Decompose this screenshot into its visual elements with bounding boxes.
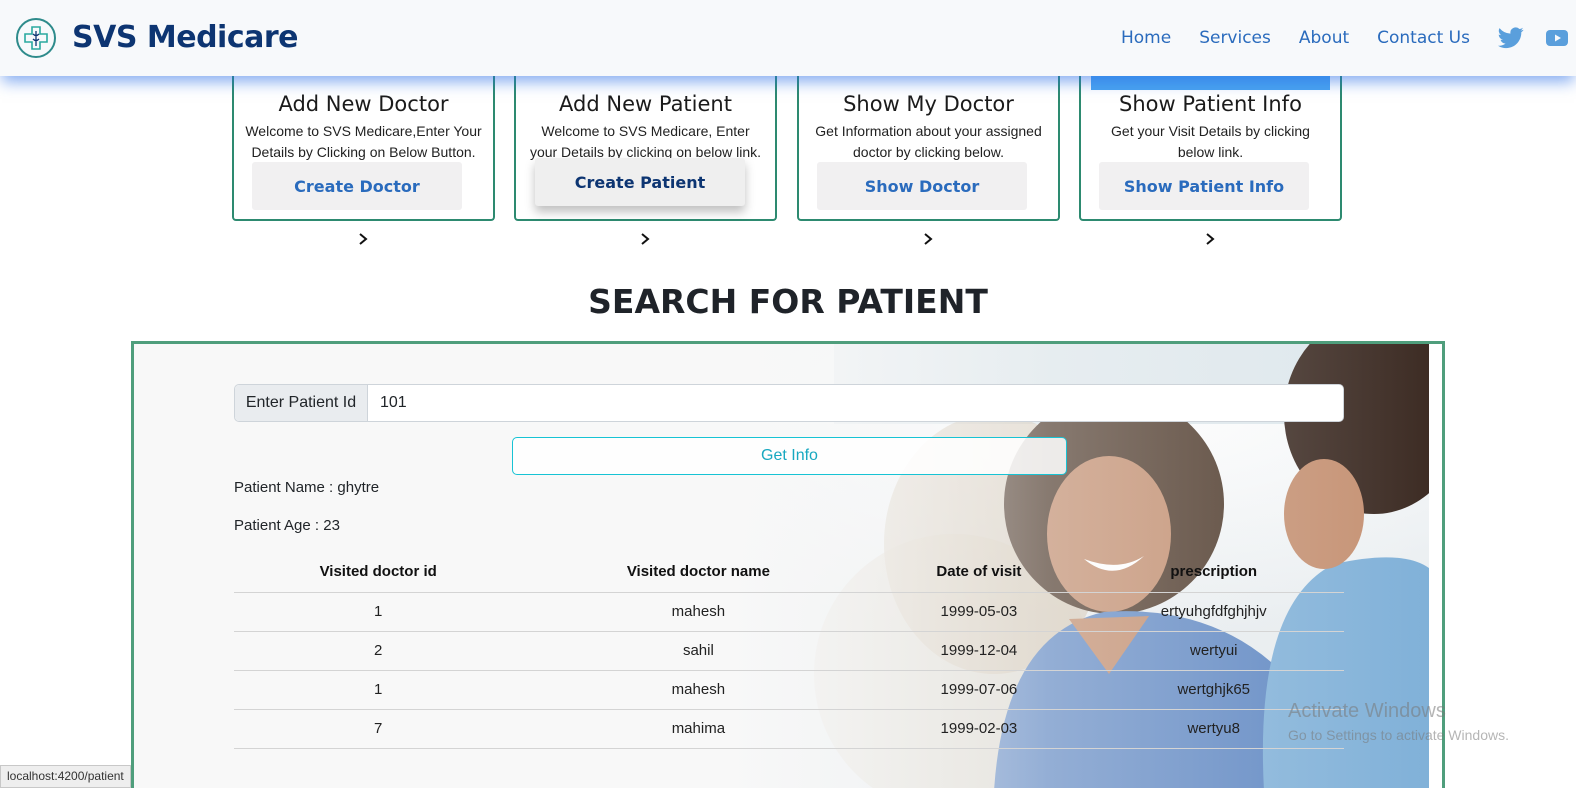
top-navbar: SVS Medicare Home Services About Contact… xyxy=(0,0,1576,76)
patient-id-label: Enter Patient Id xyxy=(235,385,368,421)
patient-search-panel: Enter Patient Id Get Info Patient Name :… xyxy=(131,341,1445,788)
show-doctor-card: Show My Doctor Get Information about you… xyxy=(797,60,1060,221)
show-patient-info-card: Show Patient Info Get your Visit Details… xyxy=(1079,60,1342,221)
add-patient-card: Add New Patient Welcome to SVS Medicare,… xyxy=(514,60,777,221)
card-highlight-bar xyxy=(1091,76,1330,90)
table-row: 1 mahesh 1999-05-03 ertyuhgfdfghjhjv xyxy=(234,592,1344,632)
column-header-doctor-id: Visited doctor id xyxy=(234,552,523,593)
social-links xyxy=(1498,27,1576,49)
visits-table: Visited doctor id Visited doctor name Da… xyxy=(234,552,1344,749)
cell-date: 1999-02-03 xyxy=(874,709,1084,749)
table-row: 1 mahesh 1999-07-06 wertghjk65 xyxy=(234,670,1344,710)
patient-id-input-group: Enter Patient Id xyxy=(234,384,1344,422)
cell-date: 1999-05-03 xyxy=(874,592,1084,632)
cell-doctor-name: mahesh xyxy=(522,592,875,632)
card-description: Get Information about your assigned doct… xyxy=(815,123,1042,160)
cell-date: 1999-07-06 xyxy=(874,670,1084,710)
twitter-icon[interactable] xyxy=(1498,27,1524,49)
patient-id-input[interactable] xyxy=(368,385,1343,421)
card-title: Add New Patient xyxy=(559,92,732,116)
browser-status-url: localhost:4200/patient xyxy=(0,765,131,788)
table-row: 2 sahil 1999-12-04 wertyui xyxy=(234,631,1344,671)
patient-age: Patient Age : 23 xyxy=(234,517,340,534)
nav-menu: Home Services About Contact Us xyxy=(1121,0,1576,76)
card-title: Show My Doctor xyxy=(843,92,1014,116)
table-row: 7 mahima 1999-02-03 wertyu8 xyxy=(234,709,1344,749)
column-header-doctor-name: Visited doctor name xyxy=(522,552,875,593)
card-description: Welcome to SVS Medicare, Enter your Deta… xyxy=(529,123,762,160)
cell-doctor-name: mahesh xyxy=(522,670,875,710)
column-header-date: Date of visit xyxy=(874,552,1084,593)
cell-doctor-id: 7 xyxy=(234,709,523,749)
cell-prescription: wertyui xyxy=(1083,631,1344,671)
watermark-title: Activate Windows xyxy=(1288,700,1446,722)
cell-prescription: ertyuhgfdfghjhjv xyxy=(1083,592,1344,632)
nav-services-link[interactable]: Services xyxy=(1199,28,1271,48)
add-doctor-card: Add New Doctor Welcome to SVS Medicare,E… xyxy=(232,60,495,221)
nav-contact-link[interactable]: Contact Us xyxy=(1377,28,1470,48)
brand-name[interactable]: SVS Medicare xyxy=(72,20,299,55)
youtube-icon[interactable] xyxy=(1546,30,1568,46)
table-header-row: Visited doctor id Visited doctor name Da… xyxy=(234,552,1344,593)
cell-doctor-id: 1 xyxy=(234,592,523,632)
card-description: Welcome to SVS Medicare,Enter Your Detai… xyxy=(245,123,482,160)
create-patient-button[interactable]: Create Patient xyxy=(535,158,745,206)
activate-windows-watermark: Activate Windows Go to Settings to activ… xyxy=(1288,700,1509,743)
card-title: Add New Doctor xyxy=(278,92,449,116)
column-header-prescription: prescription xyxy=(1083,552,1344,593)
nav-home-link[interactable]: Home xyxy=(1121,28,1171,48)
create-doctor-button[interactable]: Create Doctor xyxy=(252,162,462,210)
get-info-button[interactable]: Get Info xyxy=(512,437,1067,475)
show-patient-info-button[interactable]: Show Patient Info xyxy=(1099,162,1309,210)
chevron-right-icon[interactable] xyxy=(356,232,370,246)
card-title: Show Patient Info xyxy=(1119,92,1302,116)
cell-date: 1999-12-04 xyxy=(874,631,1084,671)
nav-about-link[interactable]: About xyxy=(1299,28,1349,48)
section-heading: SEARCH FOR PATIENT xyxy=(588,282,988,321)
cell-doctor-id: 1 xyxy=(234,670,523,710)
chevron-right-icon[interactable] xyxy=(1203,232,1217,246)
chevron-right-icon[interactable] xyxy=(638,232,652,246)
medical-logo-icon[interactable] xyxy=(16,18,56,58)
chevron-right-icon[interactable] xyxy=(921,232,935,246)
show-doctor-button[interactable]: Show Doctor xyxy=(817,162,1027,210)
cell-doctor-name: mahima xyxy=(522,709,875,749)
watermark-subtitle: Go to Settings to activate Windows. xyxy=(1288,727,1509,743)
cell-doctor-id: 2 xyxy=(234,631,523,671)
patient-name: Patient Name : ghytre xyxy=(234,479,380,496)
cell-doctor-name: sahil xyxy=(522,631,875,671)
card-description: Get your Visit Details by clicking below… xyxy=(1111,123,1310,160)
